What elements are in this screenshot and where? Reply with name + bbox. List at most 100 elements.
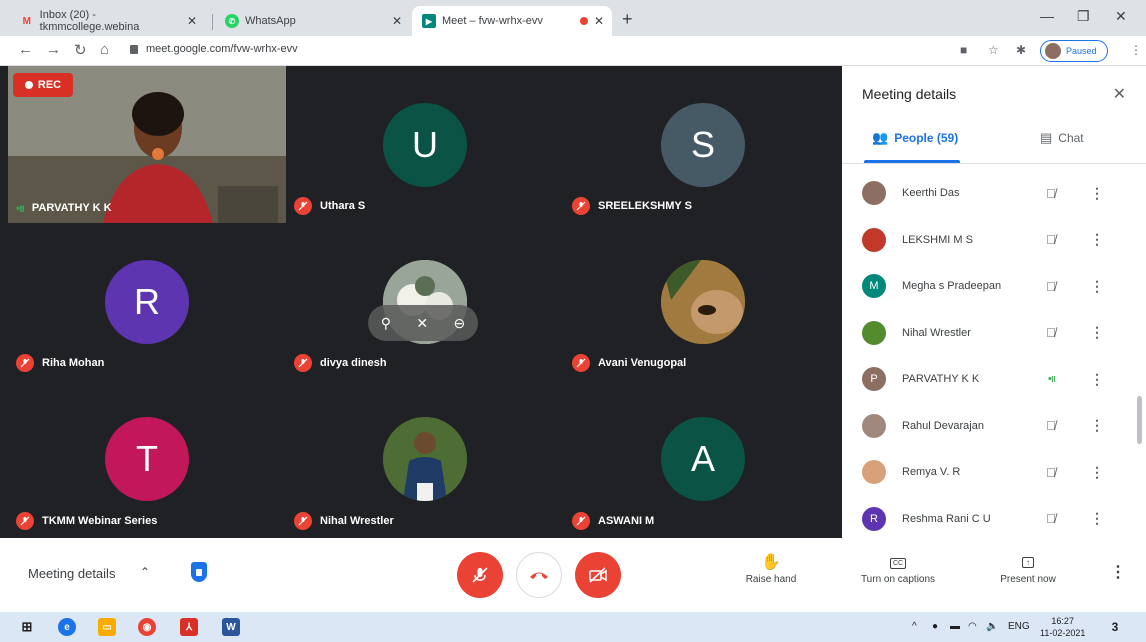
raise-hand-button[interactable]: ✋ Raise hand [736,552,806,585]
bookmark-star-icon[interactable]: ☆ [988,43,999,57]
reload-icon[interactable]: ↻ [74,41,87,59]
wifi-icon[interactable]: ◠ [968,621,977,632]
close-icon[interactable]: ✕ [187,14,197,28]
security-shield-icon[interactable] [191,562,207,582]
close-icon[interactable]: ✕ [594,14,604,28]
avatar: A [661,417,745,501]
camera-in-use-icon[interactable]: ■ [960,43,967,57]
list-item[interactable]: R Reshma Rani C U 🎙̸ ⋮ [842,496,1138,543]
chrome-menu-icon[interactable]: ⋮ [1130,43,1142,57]
captions-icon: CC [848,552,948,574]
participant-name-label: Nihal Wrestler [294,512,394,530]
notifications-icon[interactable]: 3 [1106,618,1124,636]
meeting-details-button[interactable]: Meeting details [28,566,115,581]
tab-people[interactable]: 👥 People (59) [872,130,958,146]
file-explorer-icon[interactable]: ▭ [98,618,116,636]
back-icon[interactable]: ← [18,41,33,58]
tab-gmail[interactable]: M Inbox (20) - tkmmcollege.webina ✕ [10,6,205,36]
participant-tile[interactable]: R Riha Mohan [8,223,286,380]
hand-icon: ✋ [761,554,781,571]
participant-tile[interactable]: Nihal Wrestler [286,380,564,538]
participant-name: TKMM Webinar Series [42,515,158,527]
present-now-button[interactable]: ↑ Present now [990,552,1066,585]
close-window-icon[interactable]: ✕ [1115,8,1127,25]
restore-icon[interactable]: ❐ [1077,8,1090,25]
meeting-details-panel: Meeting details ✕ 👥 People (59) ▤ Chat K… [842,66,1146,538]
more-options-icon[interactable]: ⋮ [1090,231,1104,248]
hang-up-icon [530,572,548,579]
chrome-icon[interactable]: ◉ [138,618,156,636]
mic-off-icon: 🎙̸ [1046,185,1056,201]
forward-icon[interactable]: → [46,41,61,58]
new-tab-button[interactable]: + [622,9,633,30]
list-item[interactable]: P PARVATHY K K •ıı ⋮ [842,356,1138,403]
microphone-tray-icon[interactable]: ● [932,621,938,632]
participant-tile[interactable]: U Uthara S [286,66,564,223]
participant-name: LEKSHMI M S [902,233,973,246]
tray-chevron-icon[interactable]: ^ [912,621,917,632]
more-options-icon[interactable]: ⋮ [1090,185,1104,202]
participant-tile[interactable]: A ASWANI M [564,380,842,538]
people-list: Keerthi Das 🎙̸ ⋮ LEKSHMI M S 🎙̸ ⋮ M Megh… [842,170,1138,542]
tab-meet[interactable]: ▶ Meet – fvw-wrhx-evv ✕ [412,6,612,36]
avatar-initial: R [134,281,160,322]
participant-tile[interactable]: T TKMM Webinar Series [8,380,286,538]
leave-call-button[interactable] [516,552,562,598]
language-indicator[interactable]: ENG [1008,621,1030,632]
profile-paused-button[interactable]: Paused [1040,40,1108,62]
camera-off-icon [589,567,607,583]
avatar [862,460,886,485]
list-item[interactable]: Remya V. R 🎙̸ ⋮ [842,449,1138,496]
tab-whatsapp[interactable]: ✆ WhatsApp ✕ [215,6,410,36]
pin-icon[interactable]: ⚲ [381,315,391,332]
remove-icon[interactable]: ⊖ [454,315,466,332]
scrollbar[interactable] [1137,396,1142,444]
avatar: T [105,417,189,501]
close-icon[interactable]: ✕ [392,14,402,28]
list-item[interactable]: Nihal Wrestler 🎙̸ ⋮ [842,310,1138,357]
extensions-icon[interactable]: ✱ [1016,43,1026,57]
volume-icon[interactable]: 🔈 [986,621,998,632]
more-options-icon[interactable]: ⋮ [1090,371,1104,388]
avatar [862,181,886,206]
windows-taskbar: ⊞ e ▭ ◉ ⅄ W ^ ● ▬ ◠ 🔈 ENG 16:27 11-02-20… [0,612,1146,642]
divider [842,163,1146,164]
url-field[interactable]: meet.google.com/fvw-wrhx-evv [130,43,298,55]
more-options-icon[interactable]: ⋮ [1090,464,1104,481]
participant-name-label: TKMM Webinar Series [16,512,157,530]
edge-icon[interactable]: e [58,618,76,636]
camera-toggle-button[interactable] [575,552,621,598]
participant-tile[interactable]: REC •ıı PARVATHY K K [8,66,286,223]
mic-toggle-button[interactable] [457,552,503,598]
avatar-photo [661,260,745,344]
mic-off-icon [472,567,488,583]
system-clock[interactable]: 16:27 11-02-2021 [1040,615,1085,639]
participant-tile[interactable]: ⚲ ✕ ⊖ divya dinesh [286,223,564,380]
list-item[interactable]: Rahul Devarajan 🎙̸ ⋮ [842,403,1138,450]
participant-tile[interactable]: Avani Venugopal [564,223,842,380]
people-icon: 👥 [872,130,889,145]
more-options-icon[interactable]: ⋮ [1090,278,1104,295]
more-options-icon[interactable]: ⋮ [1090,417,1104,434]
minimize-icon[interactable]: — [1040,8,1054,24]
battery-icon[interactable]: ▬ [950,621,960,632]
captions-button[interactable]: CC Turn on captions [848,552,948,585]
windows-start-icon[interactable]: ⊞ [18,618,36,636]
pdf-reader-icon[interactable]: ⅄ [180,618,198,636]
tab-label: People (59) [894,131,959,145]
more-options-icon[interactable]: ⋮ [1090,324,1104,341]
more-options-icon[interactable]: ⋮ [1090,510,1104,527]
captions-label: Turn on captions [860,574,936,585]
list-item[interactable]: Keerthi Das 🎙̸ ⋮ [842,170,1138,217]
chevron-up-icon[interactable]: ⌃ [140,565,150,579]
list-item[interactable]: M Megha s Pradeepan 🎙̸ ⋮ [842,263,1138,310]
home-icon[interactable]: ⌂ [100,41,109,58]
list-item[interactable]: LEKSHMI M S 🎙̸ ⋮ [842,217,1138,264]
rec-label: REC [37,79,62,91]
participant-tile[interactable]: S SREELEKSHMY S [564,66,842,223]
more-options-icon[interactable]: ⋮ [1110,562,1126,582]
close-icon[interactable]: ✕ [1113,84,1126,104]
participant-name: Reshma Rani C U [902,512,991,525]
word-icon[interactable]: W [222,618,240,636]
tab-chat[interactable]: ▤ Chat [1040,130,1084,146]
